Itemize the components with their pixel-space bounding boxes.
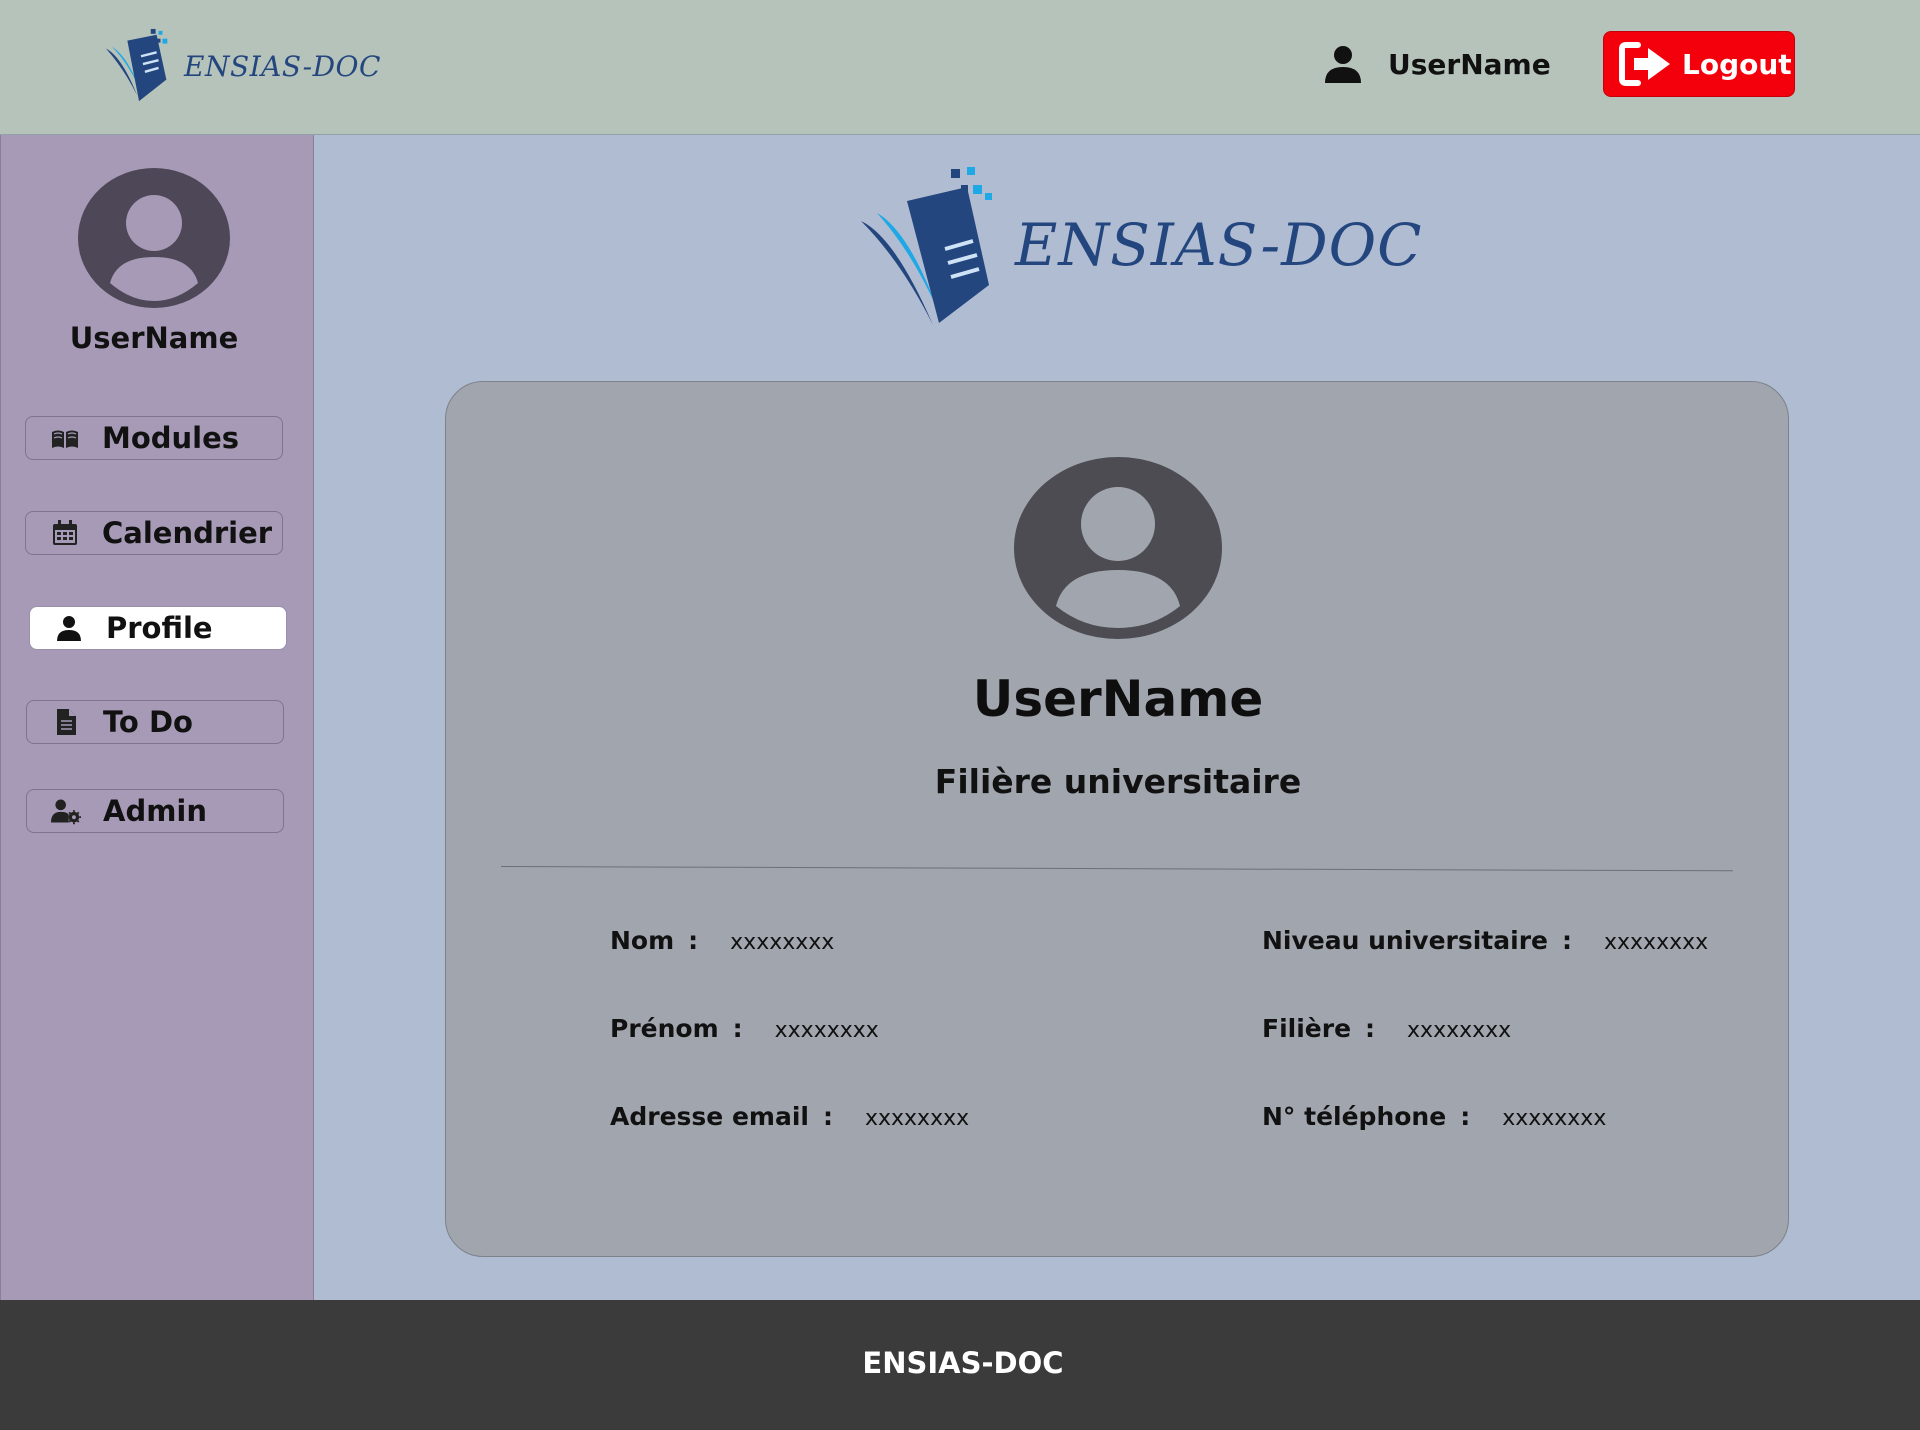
header-logo[interactable]: ENSIAS-DOC — [102, 26, 381, 106]
sidebar-item-label: To Do — [103, 705, 193, 739]
profile-avatar — [1014, 457, 1222, 639]
profile-username: UserName — [972, 670, 1264, 728]
field-filiere: Filière : xxxxxxxx — [1262, 1014, 1511, 1043]
user-icon — [52, 613, 86, 643]
field-colon: : — [822, 1102, 833, 1131]
field-telephone: N° téléphone : xxxxxxxx — [1262, 1102, 1606, 1131]
logout-label: Logout — [1682, 47, 1792, 81]
field-colon: : — [1562, 926, 1572, 955]
field-prenom: Prénom : xxxxxxxx — [610, 1014, 879, 1043]
header-user-info[interactable]: UserName — [1322, 40, 1551, 88]
sidebar-item-todo[interactable]: To Do — [26, 700, 284, 744]
file-text-icon — [49, 707, 83, 737]
field-label: Adresse email — [610, 1102, 809, 1131]
field-value: xxxxxxxx — [774, 1018, 879, 1043]
field-label: Prénom — [610, 1014, 719, 1043]
main-content: ENSIAS-DOC UserName Filière universitair… — [315, 135, 1920, 1300]
field-value: xxxxxxxx — [1502, 1106, 1607, 1131]
field-label: Nom — [610, 926, 675, 955]
main-logo: ENSIAS-DOC — [855, 165, 1423, 325]
field-nom: Nom : xxxxxxxx — [610, 926, 834, 955]
user-icon — [1325, 46, 1361, 83]
field-colon: : — [1365, 1014, 1376, 1043]
sidebar-item-label: Calendrier — [102, 516, 273, 550]
field-value: xxxxxxxx — [864, 1106, 970, 1131]
main-logo-text: ENSIAS-DOC — [1015, 211, 1423, 279]
field-value: xxxxxxxx — [730, 930, 835, 955]
sidebar-item-label: Admin — [103, 794, 208, 828]
field-value: xxxxxxxx — [1604, 930, 1709, 955]
sidebar-item-profile[interactable]: Profile — [29, 606, 287, 650]
sign-out-icon — [1619, 42, 1670, 86]
sidebar-item-modules[interactable]: Modules — [25, 416, 283, 460]
sidebar-item-label: Profile — [106, 611, 213, 645]
header-logo-text: ENSIAS-DOC — [184, 49, 381, 83]
sidebar-item-admin[interactable]: Admin — [26, 789, 284, 833]
field-email: Adresse email : xxxxxxxx — [610, 1102, 969, 1131]
top-header: ENSIAS-DOC UserName Logout — [0, 0, 1920, 135]
footer-brand: ENSIAS-DOC — [862, 1346, 1064, 1380]
ensias-doc-logo-icon — [105, 28, 168, 102]
sidebar: UserName Modules Calendrier Profile To D… — [0, 135, 314, 1300]
field-value: xxxxxxxx — [1407, 1018, 1512, 1043]
sidebar-username: UserName — [69, 321, 239, 355]
sidebar-item-calendrier[interactable]: Calendrier — [25, 511, 283, 555]
logout-button[interactable]: Logout — [1603, 31, 1795, 97]
book-open-icon — [48, 423, 82, 453]
divider — [500, 866, 1733, 872]
header-username: UserName — [1388, 47, 1551, 81]
field-label: N° téléphone — [1262, 1102, 1447, 1131]
profile-card: UserName Filière universitaire Nom : xxx… — [445, 381, 1789, 1257]
user-cog-icon — [49, 796, 83, 826]
field-label: Niveau universitaire — [1262, 926, 1548, 955]
footer: ENSIAS-DOC — [0, 1300, 1920, 1430]
field-colon: : — [688, 926, 699, 955]
calendar-icon — [48, 518, 82, 548]
field-label: Filière — [1262, 1014, 1352, 1043]
sidebar-item-label: Modules — [102, 421, 240, 455]
field-niveau: Niveau universitaire : xxxxxxxx — [1262, 926, 1708, 955]
field-colon: : — [732, 1014, 743, 1043]
sidebar-avatar — [78, 168, 230, 308]
field-colon: : — [1460, 1102, 1471, 1131]
ensias-doc-logo-icon — [861, 167, 992, 325]
profile-filiere-heading: Filière universitaire — [934, 762, 1302, 801]
